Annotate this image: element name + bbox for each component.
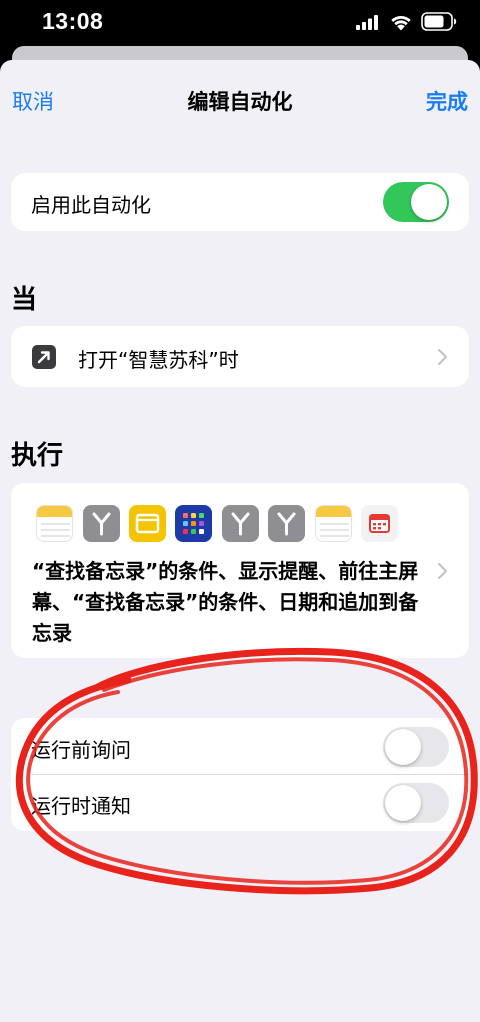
calendar-icon xyxy=(361,505,398,542)
window-icon xyxy=(129,505,166,542)
status-time: 13:08 xyxy=(42,8,104,34)
toggle-knob xyxy=(385,729,421,765)
page-title: 编辑自动化 xyxy=(187,90,293,114)
notes-icon xyxy=(36,505,73,542)
notify-when-run-toggle[interactable] xyxy=(383,783,449,823)
home-screen-icon xyxy=(175,505,212,542)
actions-section-header: 执行 xyxy=(11,441,64,471)
trigger-row[interactable]: 打开“智慧苏科”时 xyxy=(11,326,469,387)
toggle-knob xyxy=(385,785,421,821)
battery-icon xyxy=(421,12,457,31)
notify-when-run-label: 运行时通知 xyxy=(31,794,131,818)
status-bar: 13:08 xyxy=(0,0,480,46)
trigger-label: 打开“智慧苏科”时 xyxy=(78,348,239,372)
branch-icon xyxy=(83,505,120,542)
enable-automation-row: 启用此自动化 xyxy=(11,173,469,231)
arrow-up-right-icon xyxy=(32,345,56,369)
cancel-button[interactable]: 取消 xyxy=(12,86,54,116)
enable-automation-toggle[interactable] xyxy=(383,182,449,222)
ask-before-running-toggle[interactable] xyxy=(383,727,449,767)
toggle-knob xyxy=(411,184,447,220)
branch-icon xyxy=(222,505,259,542)
done-button[interactable]: 完成 xyxy=(426,86,468,116)
chevron-right-icon xyxy=(437,562,448,580)
actions-description: “查找备忘录”的条件、显示提醒、前往主屏幕、“查找备忘录”的条件、日期和追加到备… xyxy=(32,559,419,645)
notes-icon xyxy=(315,505,352,542)
enable-automation-label: 启用此自动化 xyxy=(31,193,151,217)
row-divider xyxy=(32,774,469,775)
when-section-header: 当 xyxy=(11,285,38,315)
ask-before-running-label: 运行前询问 xyxy=(31,738,131,762)
signal-icon xyxy=(356,15,378,30)
chevron-right-icon xyxy=(437,348,448,366)
wifi-icon xyxy=(391,16,411,31)
branch-icon xyxy=(268,505,305,542)
